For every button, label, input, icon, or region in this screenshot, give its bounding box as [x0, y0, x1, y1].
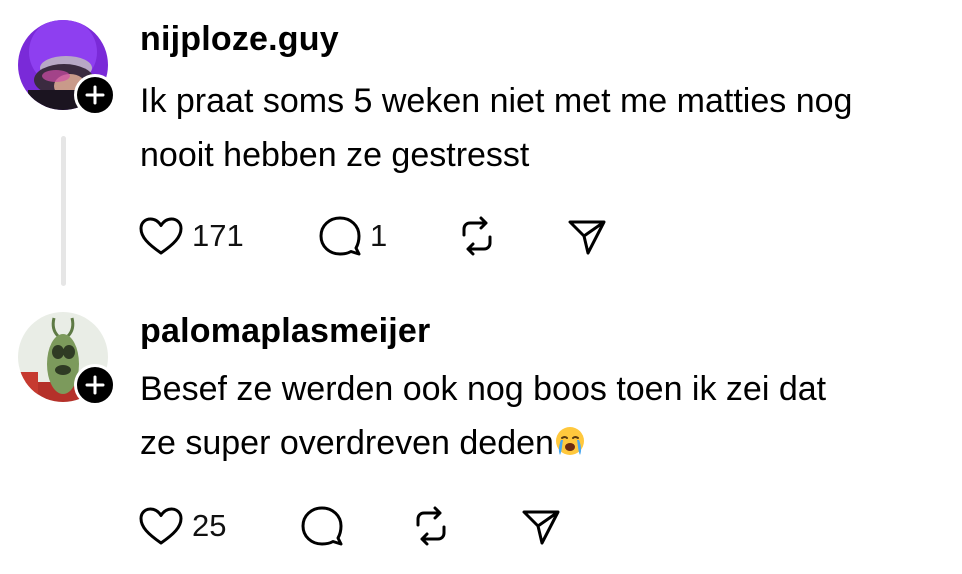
- username[interactable]: nijploze.guy: [140, 20, 339, 59]
- crying-face-emoji-icon: [555, 427, 584, 455]
- username[interactable]: palomaplasmeijer: [140, 312, 430, 351]
- post-text: Besef ze werden ook nog boos toen ik zei…: [140, 362, 826, 470]
- send-icon: [522, 510, 560, 545]
- post-text-line: nooit hebben ze gestresst: [140, 136, 530, 174]
- action-bar: 171 1: [138, 214, 638, 258]
- comment-bubble-icon: [319, 216, 361, 256]
- repost-icon: [416, 506, 446, 546]
- share-button[interactable]: [566, 214, 608, 258]
- post-text-segment: ze super overdreven deden: [140, 424, 554, 462]
- like-button[interactable]: 171: [138, 214, 244, 258]
- follow-button[interactable]: [74, 364, 116, 406]
- like-count: 25: [192, 508, 227, 543]
- post-text-line: Ik praat soms 5 weken niet met me mattie…: [140, 82, 853, 120]
- reply-button[interactable]: [300, 504, 344, 548]
- like-count: 171: [192, 218, 244, 253]
- thread-post: palomaplasmeijer Besef ze werden ook nog…: [0, 290, 962, 574]
- reply-count: 1: [370, 218, 388, 253]
- thread-post: nijploze.guy Ik praat soms 5 weken niet …: [0, 0, 962, 290]
- follow-button[interactable]: [74, 74, 116, 116]
- plus-icon: [85, 375, 105, 395]
- post-text-line: ze super overdreven deden: [140, 416, 826, 470]
- heart-icon: [139, 507, 183, 545]
- reply-button[interactable]: 1: [318, 214, 387, 258]
- plus-icon: [85, 85, 105, 105]
- heart-icon: [139, 217, 183, 255]
- send-icon: [568, 220, 606, 255]
- comment-bubble-icon: [301, 506, 343, 546]
- action-bar: 25: [138, 504, 638, 548]
- post-text: Ik praat soms 5 weken niet met me mattie…: [140, 74, 852, 182]
- like-button[interactable]: 25: [138, 504, 226, 548]
- post-text-line: Besef ze werden ook nog boos toen ik zei…: [140, 370, 827, 408]
- repost-icon: [462, 216, 492, 256]
- repost-button[interactable]: [410, 504, 452, 548]
- share-button[interactable]: [520, 504, 562, 548]
- repost-button[interactable]: [456, 214, 498, 258]
- thread-connector-line: [61, 136, 66, 286]
